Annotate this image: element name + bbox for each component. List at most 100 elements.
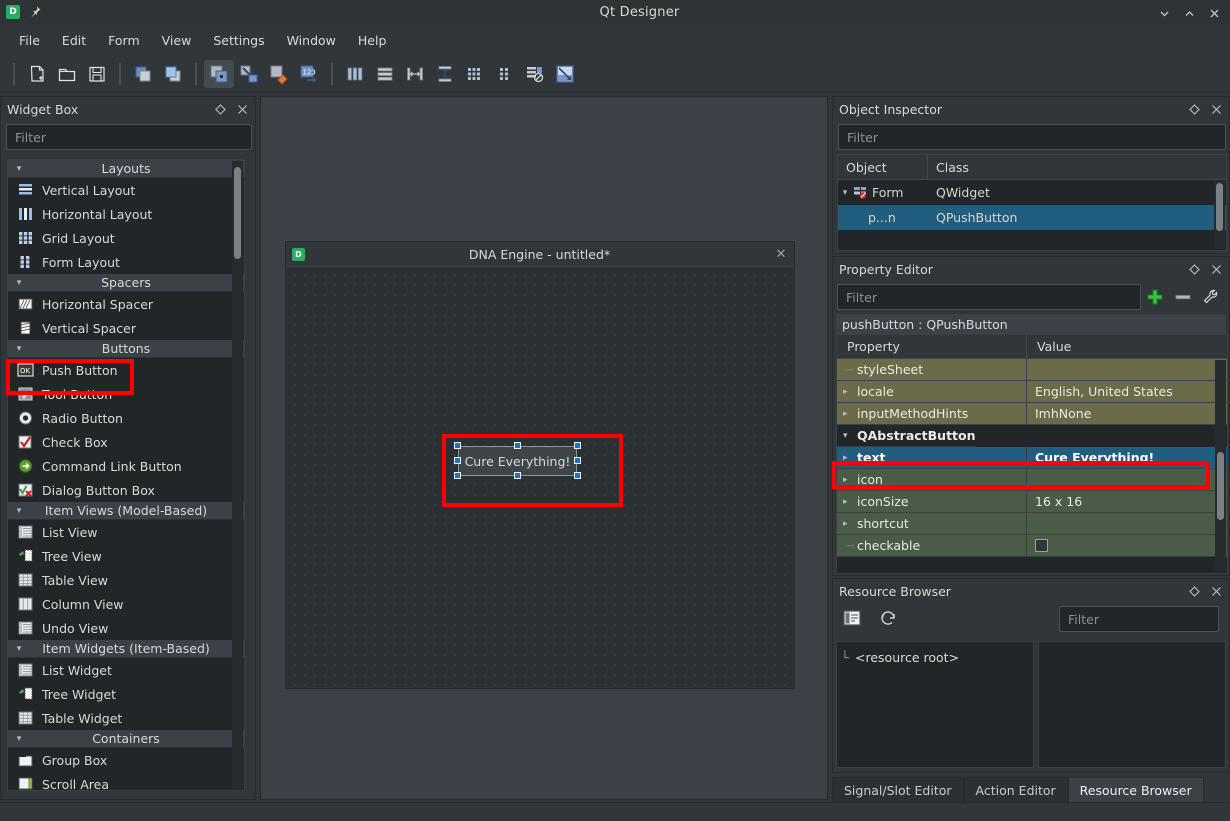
property-value-cell[interactable]	[1027, 359, 1227, 381]
chevron-right-icon[interactable]: ▸	[843, 387, 857, 397]
widget-box-scrollbar[interactable]	[232, 161, 243, 791]
resource-files-pane[interactable]	[1038, 641, 1226, 768]
property-row-locale[interactable]: ▸ locale English, United States	[837, 381, 1227, 403]
property-value-cell[interactable]	[1027, 535, 1227, 557]
layout-horizontally-icon[interactable]	[340, 60, 370, 88]
widget-item-radio-button[interactable]: Radio Button	[8, 406, 244, 430]
resize-handle-middle-right[interactable]	[574, 457, 581, 464]
scrollbar-thumb[interactable]	[1217, 452, 1224, 520]
close-icon[interactable]	[1209, 262, 1223, 276]
tab-action-editor[interactable]: Action Editor	[964, 777, 1068, 802]
float-icon[interactable]	[1187, 262, 1201, 276]
redo-icon[interactable]	[158, 60, 188, 88]
property-row-icon[interactable]: ▸ icon	[837, 469, 1227, 491]
widget-group-spacers[interactable]: ▾ Spacers	[8, 274, 244, 292]
chevron-right-icon[interactable]: ▸	[843, 475, 857, 485]
form-body-grid[interactable]: Cure Everything!	[287, 266, 793, 687]
property-row-stylesheet[interactable]: — styleSheet	[837, 359, 1227, 381]
property-value-cell[interactable]: 16 x 16	[1027, 491, 1227, 513]
menu-form[interactable]: Form	[97, 29, 151, 52]
widget-item-vertical-spacer[interactable]: Vertical Spacer	[8, 316, 244, 340]
scrollbar-thumb[interactable]	[234, 167, 241, 259]
object-inspector-row-form[interactable]: ▾ Form QWidget	[838, 180, 1226, 205]
menu-window[interactable]: Window	[276, 29, 347, 52]
resource-tree-pane[interactable]: └ <resource root>	[836, 641, 1034, 768]
chevron-right-icon[interactable]: ▸	[843, 497, 857, 507]
toolbar-handle-1[interactable]	[13, 63, 15, 85]
menu-view[interactable]: View	[151, 29, 203, 52]
chevron-right-icon[interactable]: ▸	[843, 519, 857, 529]
undo-icon[interactable]	[128, 60, 158, 88]
widget-item-tree-view[interactable]: Tree View	[8, 544, 244, 568]
widget-item-grid-layout[interactable]: Grid Layout	[8, 226, 244, 250]
plus-icon[interactable]	[1141, 284, 1169, 310]
widget-box-list[interactable]: ▾ Layouts Vertical Layout Horizontal Lay…	[7, 159, 245, 791]
widget-box-filter-input[interactable]: Filter	[6, 124, 252, 150]
widget-item-vertical-layout[interactable]: Vertical Layout	[8, 178, 244, 202]
widget-item-horizontal-spacer[interactable]: Horizontal Spacer	[8, 292, 244, 316]
chevron-down-icon[interactable]: ▾	[838, 188, 852, 198]
property-value-cell[interactable]: English, United States	[1027, 381, 1227, 403]
chevron-right-icon[interactable]: ▸	[843, 409, 857, 419]
widget-group-item-views[interactable]: ▾ Item Views (Model-Based)	[8, 502, 244, 520]
widget-item-dialog-button-box[interactable]: Dialog Button Box	[8, 478, 244, 502]
widget-item-scroll-area[interactable]: Scroll Area	[8, 772, 244, 791]
property-editor-table[interactable]: Property Value — styleSheet ▸ locale Eng…	[836, 334, 1228, 574]
widget-item-tree-widget[interactable]: Tree Widget	[8, 682, 244, 706]
property-group-qabstractbutton[interactable]: ▾ QAbstractButton	[837, 425, 1227, 447]
close-button[interactable]	[1209, 7, 1220, 18]
edit-resources-icon[interactable]	[843, 610, 861, 629]
column-header-value[interactable]: Value	[1027, 335, 1227, 358]
widget-item-form-layout[interactable]: Form Layout	[8, 250, 244, 274]
save-form-icon[interactable]	[82, 60, 112, 88]
property-row-inputmethodhints[interactable]: ▸ inputMethodHints ImhNone	[837, 403, 1227, 425]
layout-form-icon[interactable]	[490, 60, 520, 88]
property-row-iconsize[interactable]: ▸ iconSize 16 x 16	[837, 491, 1227, 513]
property-value-cell[interactable]: ImhNone	[1027, 403, 1227, 425]
edit-tab-order-icon[interactable]: 123	[294, 60, 324, 88]
resize-handle-middle-left[interactable]	[454, 457, 461, 464]
tab-resource-browser[interactable]: Resource Browser	[1068, 777, 1204, 802]
property-row-checkable[interactable]: — checkable	[837, 535, 1227, 557]
float-icon[interactable]	[1187, 584, 1201, 598]
adjust-size-icon[interactable]	[550, 60, 580, 88]
object-inspector-scrollbar[interactable]	[1214, 181, 1225, 249]
form-window[interactable]: D DNA Engine - untitled* ✕ Cure Everythi…	[285, 241, 795, 689]
column-header-object[interactable]: Object	[838, 155, 928, 179]
layout-splitter-vertical-icon[interactable]	[430, 60, 460, 88]
checkable-checkbox[interactable]	[1035, 539, 1048, 552]
widget-item-tool-button[interactable]: Tool Button	[8, 382, 244, 406]
close-icon[interactable]	[1209, 102, 1223, 116]
property-editor-filter-input[interactable]: Filter	[837, 284, 1141, 310]
scrollbar-thumb[interactable]	[1216, 183, 1223, 231]
widget-item-table-view[interactable]: Table View	[8, 568, 244, 592]
resize-handle-top-left[interactable]	[454, 442, 461, 449]
widget-item-check-box[interactable]: Check Box	[8, 430, 244, 454]
widget-group-buttons[interactable]: ▾ Buttons	[8, 340, 244, 358]
edit-widgets-icon[interactable]	[204, 60, 234, 88]
wrench-icon[interactable]	[1197, 284, 1225, 310]
column-header-property[interactable]: Property	[837, 335, 1027, 358]
reload-icon[interactable]	[879, 609, 897, 630]
object-inspector-row-pushbutton[interactable]: p...n QPushButton	[838, 205, 1226, 230]
minimize-button[interactable]	[1159, 7, 1170, 18]
layout-grid-icon[interactable]	[460, 60, 490, 88]
property-value-cell[interactable]	[1027, 469, 1227, 491]
edit-signals-slots-icon[interactable]	[234, 60, 264, 88]
object-inspector-tree[interactable]: Object Class ▾ Form QWidget p...n QPushB…	[837, 154, 1227, 251]
property-value-cell[interactable]	[1027, 513, 1227, 535]
tab-signal-slot-editor[interactable]: Signal/Slot Editor	[832, 777, 964, 802]
resize-handle-bottom-left[interactable]	[454, 472, 461, 479]
widget-item-undo-view[interactable]: Undo View	[8, 616, 244, 640]
resource-browser-filter-input[interactable]: Filter	[1059, 606, 1219, 632]
layout-splitter-horizontal-icon[interactable]	[400, 60, 430, 88]
form-canvas-area[interactable]: D DNA Engine - untitled* ✕ Cure Everythi…	[260, 96, 828, 800]
menu-file[interactable]: File	[8, 29, 51, 52]
minus-icon[interactable]	[1169, 284, 1197, 310]
form-close-icon[interactable]: ✕	[774, 247, 788, 262]
chevron-down-icon[interactable]: ▾	[843, 431, 857, 441]
close-icon[interactable]	[235, 102, 249, 116]
maximize-button[interactable]	[1184, 7, 1195, 18]
menu-edit[interactable]: Edit	[51, 29, 97, 52]
float-icon[interactable]	[213, 102, 227, 116]
